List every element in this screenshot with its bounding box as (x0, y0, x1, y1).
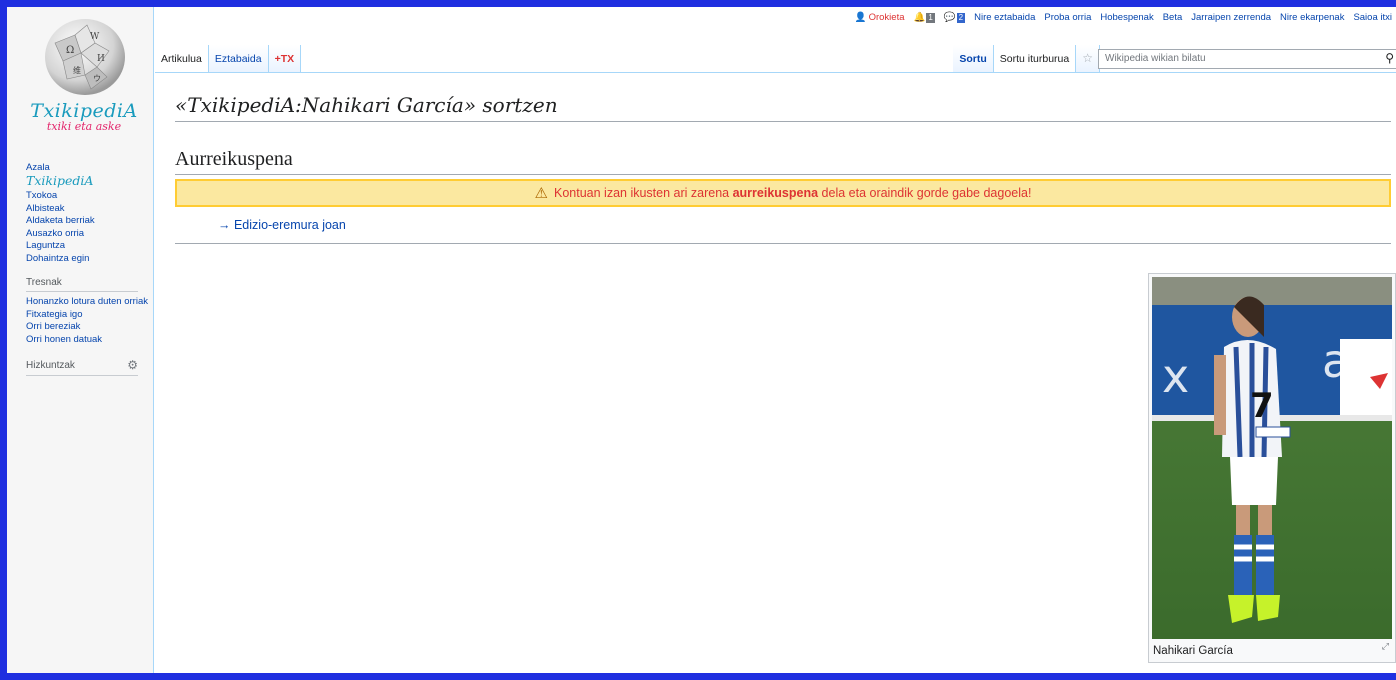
sidebar-navigation: Azala TxikipediA Txokoa Albisteak Aldake… (26, 162, 154, 376)
edit-area-link[interactable]: → Edizio-eremura joan (218, 218, 346, 232)
personal-link-logout[interactable]: Saioa itxi (1353, 12, 1392, 23)
tab-tx-label: +TX (274, 53, 295, 65)
personal-tools: 👤 Orokieta 🔔 1 💬 2 Nire eztabaida Proba or… (855, 12, 1392, 23)
warning-text-bold: aurreikuspena (732, 186, 819, 200)
sidebar-item-special-pages[interactable]: Orri bereziak (26, 321, 154, 334)
languages-heading[interactable]: Hizkuntzak ⚙ (26, 358, 138, 376)
sidebar-item-azala[interactable]: Azala (26, 162, 154, 173)
site-wordmark[interactable]: TxikipediA txiki eta aske (19, 101, 149, 132)
warning-text: Kontuan izan ikusten ari zarena aurreiku… (554, 186, 1031, 200)
warning-text-before: Kontuan izan ikusten ari zarena (554, 186, 733, 200)
inbox-icon: 💬 (943, 12, 956, 23)
sidebar-item-laguntza[interactable]: Laguntza (26, 240, 154, 253)
notices-count: 2 (956, 12, 966, 23)
username-label: Orokieta (868, 12, 905, 23)
preview-warning: ⚠ Kontuan izan ikusten ari zarena aurrei… (175, 179, 1391, 207)
sidebar-item-whatlinkshere[interactable]: Honanzko lotura duten orriak (26, 296, 154, 309)
personal-link-sandbox[interactable]: Proba orria (1044, 12, 1091, 23)
search-icon[interactable]: ⚲ (1385, 51, 1394, 65)
tools-heading[interactable]: Tresnak (26, 277, 138, 292)
tab-sortu[interactable]: Sortu (953, 45, 994, 72)
namespace-tabs: Artikulua Eztabaida +TX (155, 45, 302, 72)
search-box[interactable]: Wikipedia wikian bilatu ⚲ (1098, 49, 1396, 69)
tab-tx[interactable]: +TX (268, 45, 302, 72)
personal-link-talk[interactable]: Nire eztabaida (974, 12, 1035, 23)
bell-icon: 🔔 (913, 12, 926, 23)
sidebar-item-txikipedia[interactable]: TxikipediA (26, 173, 154, 188)
sidebar-panel: Ω W И 维 ウ TxikipediA txiki eta aske Azal… (7, 7, 154, 680)
personal-link-contributions[interactable]: Nire ekarpenak (1280, 12, 1344, 23)
sidebar-item-ausazko-orria[interactable]: Ausazko orria (26, 228, 154, 241)
tab-sortu-iturburua[interactable]: Sortu iturburua (993, 45, 1077, 72)
svg-text:维: 维 (73, 65, 81, 75)
sidebar-item-aldaketa-berriak[interactable]: Aldaketa berriak (26, 215, 154, 228)
search-input[interactable]: Wikipedia wikian bilatu (1105, 53, 1206, 64)
star-icon[interactable]: ☆ (1076, 45, 1100, 72)
image-caption: Nahikari García (1153, 645, 1233, 657)
svg-text:ウ: ウ (93, 74, 101, 83)
wikipedia-globe-logo[interactable]: Ω W И 维 ウ (35, 13, 135, 97)
sidebar-item-page-info[interactable]: Orri honen datuak (26, 334, 154, 347)
svg-text:W: W (90, 32, 100, 42)
gear-icon[interactable]: ⚙ (127, 358, 138, 372)
personal-link-watchlist[interactable]: Jarraipen zerrenda (1191, 12, 1271, 23)
sidebar-item-txokoa[interactable]: Txokoa (26, 190, 154, 203)
sidebar-item-upload[interactable]: Fitxategia igo (26, 309, 154, 322)
wordmark-title: TxikipediA (30, 100, 138, 122)
sidebar-item-dohaintza[interactable]: Dohaintza egin (26, 253, 154, 266)
svg-text:x: x (1162, 349, 1189, 403)
warning-text-after: dela eta oraindik gorde gabe dagoela! (818, 186, 1032, 200)
tab-eztabaida[interactable]: Eztabaida (208, 45, 269, 72)
personal-link-preferences[interactable]: Hobespenak (1100, 12, 1153, 23)
svg-text:Ω: Ω (66, 45, 74, 56)
preview-heading: Aurreikuspena (175, 148, 1391, 175)
wordmark-tagline: txiki eta aske (46, 120, 122, 133)
personal-link-beta[interactable]: Beta (1163, 12, 1183, 23)
page-title: «TxikipediA:Nahikari García» sortzen (175, 93, 1391, 122)
svg-text:7: 7 (1250, 386, 1274, 426)
image-thumbnail[interactable]: x a 7 Nahikari García ⤢ (1148, 273, 1396, 663)
enlarge-icon[interactable]: ⤢ (1382, 641, 1389, 652)
sidebar-item-albisteak[interactable]: Albisteak (26, 203, 154, 216)
alerts-button[interactable]: 🔔 1 (914, 12, 935, 23)
notices-button[interactable]: 💬 2 (943, 12, 966, 23)
user-icon: 👤 (854, 12, 867, 23)
warning-icon: ⚠ (534, 185, 548, 202)
svg-text:И: И (97, 54, 105, 64)
user-link[interactable]: 👤 Orokieta (855, 12, 905, 23)
view-tabs: Sortu Sortu iturburua ☆ (953, 45, 1100, 72)
tab-artikulua[interactable]: Artikulua (155, 45, 209, 72)
alerts-count: 1 (926, 12, 935, 23)
divider (175, 243, 1391, 244)
player-photo[interactable]: x a 7 (1152, 277, 1392, 639)
languages-label: Hizkuntzak (26, 359, 75, 371)
